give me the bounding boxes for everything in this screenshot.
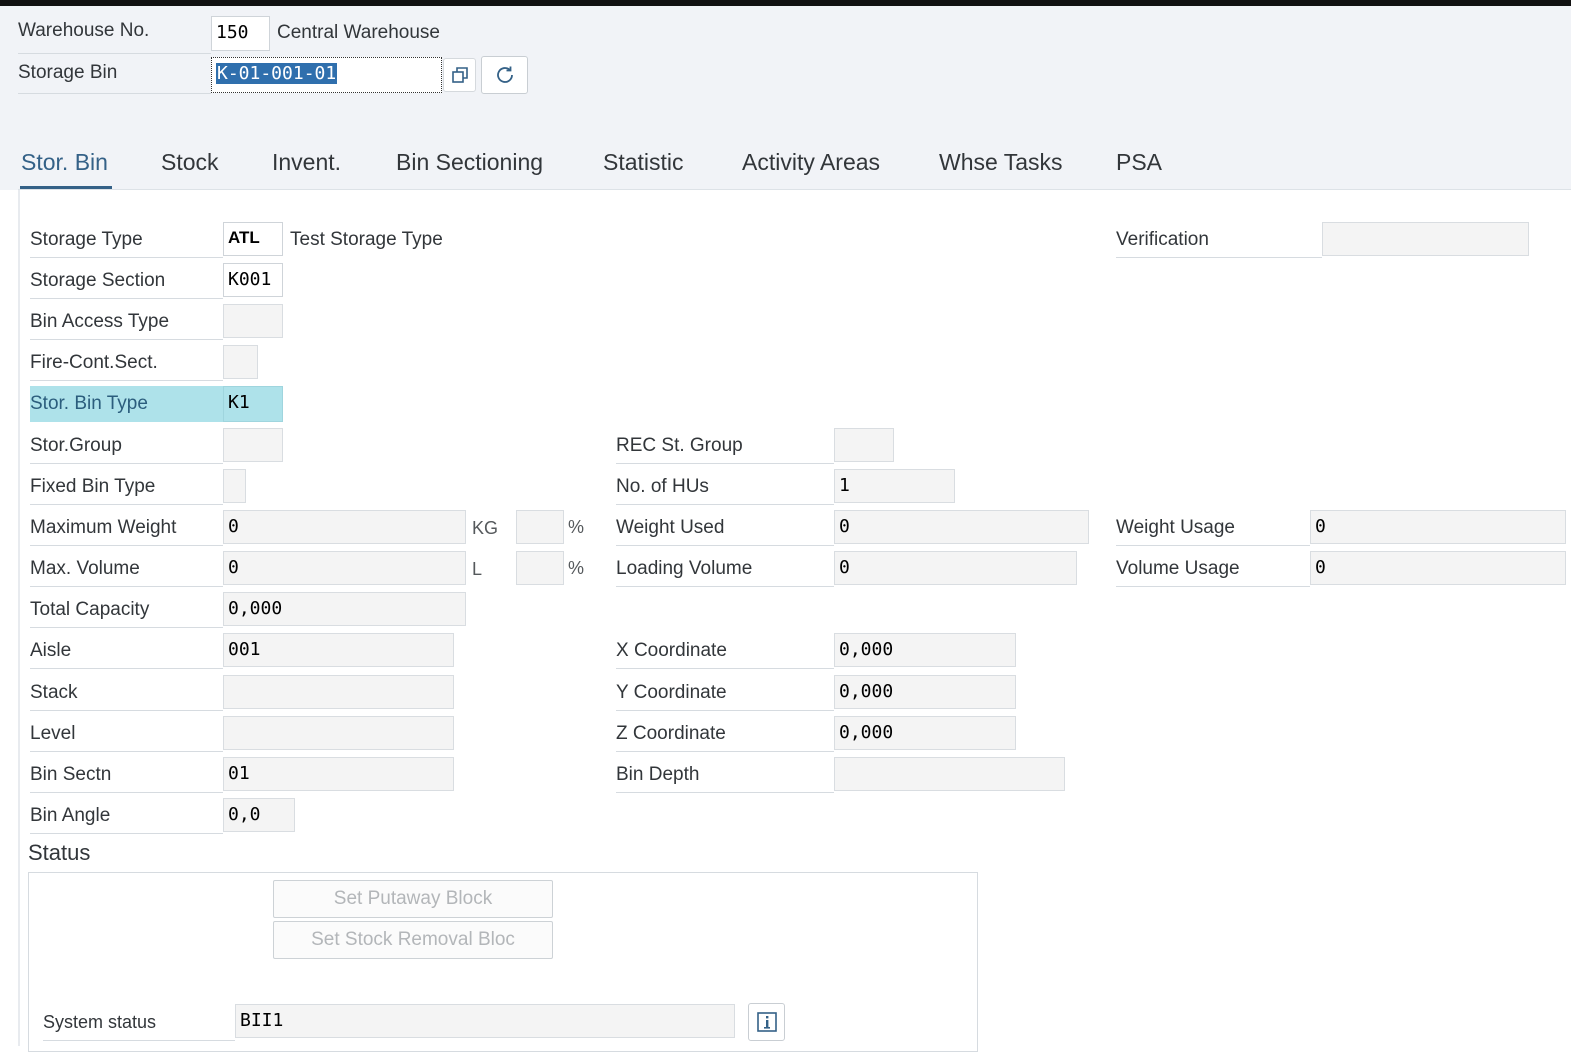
tab-invent[interactable]: Invent. (272, 149, 341, 176)
max-volume-unit: L (472, 559, 483, 579)
tab-statistic[interactable]: Statistic (603, 149, 684, 176)
aisle-input[interactable]: 001 (223, 633, 454, 667)
system-status-info-button[interactable] (748, 1003, 785, 1041)
tab-stor-bin[interactable]: Stor. Bin (21, 149, 108, 176)
storage-bin-value: K-01-001-01 (216, 63, 338, 84)
bin-access-type-label: Bin Access Type (30, 311, 223, 340)
max-volume-percent-input[interactable] (516, 551, 564, 585)
storage-section-input[interactable]: K001 (223, 263, 283, 297)
max-weight-label: Maximum Weight (30, 517, 223, 546)
loading-volume-input[interactable]: 0 (834, 551, 1077, 585)
rec-st-group-label: REC St. Group (616, 435, 834, 464)
level-label: Level (30, 723, 223, 752)
system-status-label: System status (43, 1012, 235, 1041)
bin-depth-label: Bin Depth (616, 764, 834, 793)
verification-input[interactable] (1322, 222, 1529, 256)
bin-angle-label: Bin Angle (30, 805, 223, 834)
storage-type-description: Test Storage Type (290, 229, 443, 250)
info-icon (756, 1012, 777, 1032)
y-coordinate-label: Y Coordinate (616, 682, 834, 711)
storage-bin-label: Storage Bin (18, 62, 211, 94)
fixed-bin-type-label: Fixed Bin Type (30, 476, 223, 505)
set-stock-removal-block-button[interactable]: Set Stock Removal Bloc (273, 921, 553, 959)
copy-icon (451, 67, 468, 83)
x-coordinate-label: X Coordinate (616, 640, 834, 669)
tab-bin-sectioning[interactable]: Bin Sectioning (396, 149, 543, 176)
x-coordinate-input[interactable]: 0,000 (834, 633, 1016, 667)
y-coordinate-input[interactable]: 0,000 (834, 675, 1016, 709)
max-weight-input[interactable]: 0 (223, 510, 466, 544)
total-capacity-label: Total Capacity (30, 599, 223, 628)
max-volume-input[interactable]: 0 (223, 551, 466, 585)
fire-cont-sect-input[interactable] (223, 345, 258, 379)
storage-section-label: Storage Section (30, 270, 223, 299)
set-putaway-block-button[interactable]: Set Putaway Block (273, 880, 553, 918)
copy-button[interactable] (443, 58, 476, 92)
weight-used-label: Weight Used (616, 517, 834, 546)
stor-bin-type-label: Stor. Bin Type (30, 393, 148, 414)
weight-usage-input[interactable]: 0 (1310, 510, 1566, 544)
tab-activity-areas[interactable]: Activity Areas (742, 149, 880, 176)
fixed-bin-type-checkbox[interactable] (223, 469, 246, 503)
tab-bar: Stor. Bin Stock Invent. Bin Sectioning S… (0, 140, 1571, 190)
max-volume-percent-sign: % (568, 558, 585, 578)
weight-used-input[interactable]: 0 (834, 510, 1089, 544)
z-coordinate-label: Z Coordinate (616, 723, 834, 752)
bin-sectn-input[interactable]: 01 (223, 757, 454, 791)
stor-group-label: Stor.Group (30, 435, 223, 464)
level-input[interactable] (223, 716, 454, 750)
total-capacity-input[interactable]: 0,000 (223, 592, 466, 626)
no-of-hus-label: No. of HUs (616, 476, 834, 505)
storage-type-input[interactable]: ATL (223, 222, 283, 256)
bin-access-type-input[interactable] (223, 304, 283, 338)
warehouse-label: Warehouse No. (18, 20, 211, 54)
system-status-input[interactable]: BII1 (235, 1004, 735, 1038)
refresh-icon (496, 66, 513, 83)
z-coordinate-input[interactable]: 0,000 (834, 716, 1016, 750)
max-volume-label: Max. Volume (30, 558, 223, 587)
verification-label: Verification (1116, 229, 1322, 258)
rec-st-group-input[interactable] (834, 428, 894, 462)
tab-psa[interactable]: PSA (1116, 149, 1162, 176)
tab-whse-tasks[interactable]: Whse Tasks (939, 149, 1063, 176)
bin-sectn-label: Bin Sectn (30, 764, 223, 793)
weight-usage-label: Weight Usage (1116, 517, 1310, 546)
storage-type-label: Storage Type (30, 229, 223, 258)
tab-stock[interactable]: Stock (161, 149, 219, 176)
storage-bin-input[interactable]: K-01-001-01 (211, 57, 442, 93)
panel-border (18, 190, 20, 1046)
volume-usage-input[interactable]: 0 (1310, 551, 1566, 585)
fire-cont-sect-label: Fire-Cont.Sect. (30, 352, 223, 381)
stor-bin-type-input[interactable]: K1 (223, 386, 283, 422)
refresh-button[interactable] (481, 56, 528, 94)
tab-divider (18, 189, 1571, 190)
aisle-label: Aisle (30, 640, 223, 669)
volume-usage-label: Volume Usage (1116, 558, 1310, 587)
max-weight-percent-input[interactable] (516, 510, 564, 544)
no-of-hus-input[interactable]: 1 (834, 469, 955, 503)
status-section-title: Status (28, 840, 91, 865)
max-weight-unit: KG (472, 518, 499, 538)
warehouse-input[interactable]: 150 (211, 16, 270, 51)
bin-angle-input[interactable]: 0,0 (223, 798, 295, 832)
warehouse-description: Central Warehouse (277, 22, 440, 43)
max-weight-percent-sign: % (568, 517, 585, 537)
stor-group-input[interactable] (223, 428, 283, 462)
bin-depth-input[interactable] (834, 757, 1065, 791)
stack-input[interactable] (223, 675, 454, 709)
loading-volume-label: Loading Volume (616, 558, 834, 587)
stack-label: Stack (30, 682, 223, 711)
